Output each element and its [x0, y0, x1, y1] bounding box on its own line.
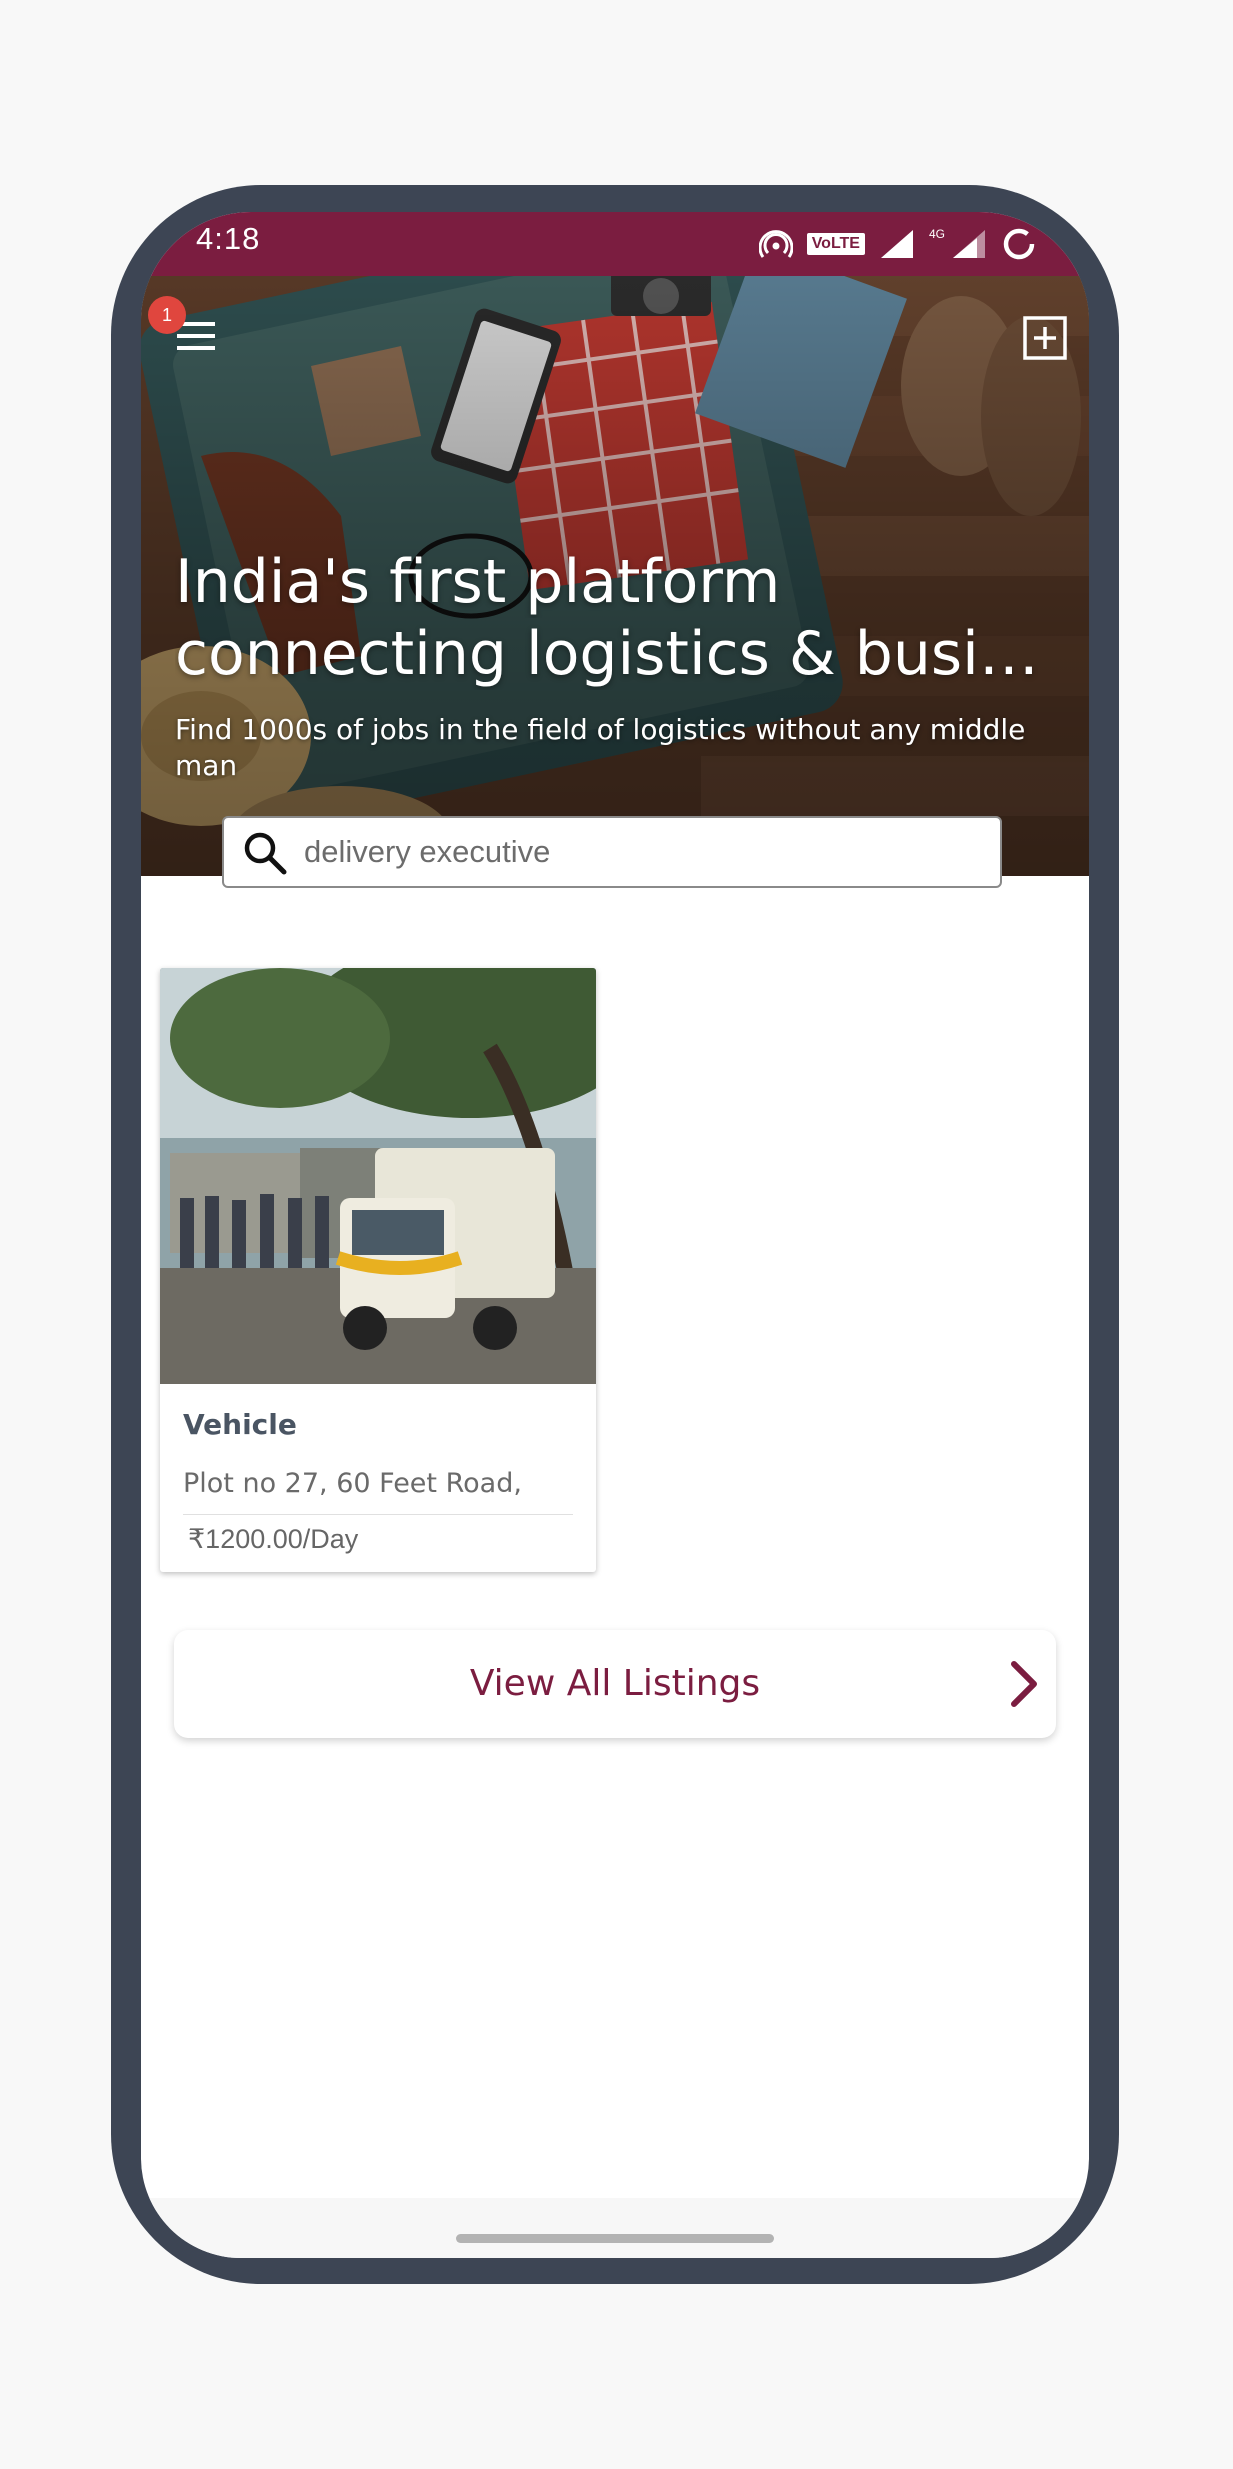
listing-image — [160, 968, 596, 1384]
signal-4g-icon — [953, 230, 985, 258]
listing-card[interactable]: Vehicle Plot no 27, 60 Feet Road, ₹1200.… — [160, 968, 596, 1572]
status-time: 4:18 — [196, 221, 261, 256]
hero-title-line-2: connecting logistics & business — [175, 619, 1065, 689]
status-icons: VoLTE 4G — [758, 226, 1037, 262]
add-post-icon — [1023, 316, 1067, 360]
notification-badge: 1 — [148, 296, 186, 334]
navigation-bar — [141, 2198, 1089, 2258]
hero-title-line-1: India's first platform — [175, 547, 781, 617]
signal-icon — [880, 230, 913, 258]
battery-loading-icon — [1003, 228, 1035, 260]
hero-banner: 1 India's first platform connecting logi… — [141, 276, 1089, 876]
hero-subtitle: Find 1000s of jobs in the field of logis… — [175, 713, 1026, 782]
search-input[interactable] — [304, 818, 984, 886]
listing-address: Plot no 27, 60 Feet Road, — [183, 1468, 522, 1499]
app-screen: 4:18 VoLTE 4G 1 India's first platform c… — [141, 212, 1089, 2258]
search-icon — [244, 832, 287, 875]
status-bar: 4:18 VoLTE 4G — [141, 212, 1089, 276]
listing-title: Vehicle — [183, 1408, 297, 1441]
view-all-listings-button[interactable]: View All Listings — [174, 1630, 1056, 1738]
listing-price: ₹1200.00/Day — [188, 1524, 359, 1554]
chevron-right-icon — [1011, 1661, 1037, 1707]
hotspot-icon — [758, 230, 793, 258]
add-post-button[interactable] — [1021, 314, 1071, 364]
hero-title: India's first platform connecting logist… — [175, 546, 1065, 690]
volte-indicator: VoLTE — [806, 233, 865, 255]
network-type: 4G — [928, 227, 945, 241]
search-bar[interactable] — [222, 816, 1002, 888]
view-all-label: View All Listings — [469, 1663, 761, 1704]
home-indicator[interactable] — [456, 2234, 774, 2243]
listing-divider — [183, 1514, 573, 1515]
